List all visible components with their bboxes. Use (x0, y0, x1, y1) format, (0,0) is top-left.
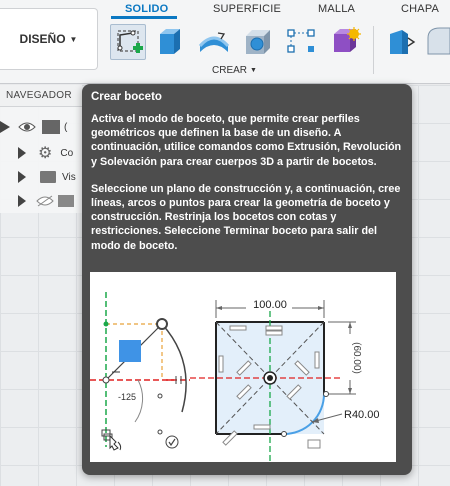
toolbar: DISEÑO ▼ SOLIDO SUPERFICIE MALLA CHAPA C… (0, 0, 450, 84)
collapse-triangle-icon[interactable] (0, 121, 10, 133)
tab-superficie[interactable]: SUPERFICIE (213, 3, 281, 15)
sheet-metal-button[interactable] (424, 24, 450, 60)
expand-triangle-icon[interactable] (18, 195, 26, 207)
group-separator (373, 26, 374, 74)
create-group-dropdown[interactable]: CREAR ▼ (212, 65, 257, 76)
gear-icon: ⚙ (38, 145, 53, 162)
tooltip-paragraph-2: Seleccione un plano de construcción y, a… (91, 182, 401, 252)
tab-malla[interactable]: MALLA (318, 3, 355, 15)
browser-panel: NAVEGADOR ( ⚙ Co Vis (0, 85, 82, 213)
expand-triangle-icon[interactable] (18, 171, 26, 183)
tab-solido[interactable]: SOLIDO (125, 3, 168, 15)
flange-button[interactable] (382, 24, 418, 60)
browser-row-label: Co (60, 147, 74, 159)
browser-row-label: Vis (62, 171, 76, 183)
folder-icon (58, 195, 74, 207)
tooltip-illustration: -125 100.00 (60.00) R40.00 (90, 272, 396, 462)
folder-icon (40, 171, 56, 183)
box-icon (160, 29, 180, 54)
pattern-button[interactable] (284, 24, 320, 60)
extrude-button[interactable] (152, 24, 188, 60)
height-dimension-label: (60.00) (351, 342, 362, 374)
tooltip: Crear boceto Activa el modo de boceto, q… (82, 84, 412, 475)
component-icon (42, 120, 60, 134)
browser-row-label: ( (64, 121, 68, 133)
workspace-dropdown[interactable]: DISEÑO ▼ (0, 8, 98, 70)
pattern-icon (287, 29, 315, 53)
radius-dimension-label: R40.00 (344, 409, 379, 421)
width-dimension-label: 100.00 (253, 299, 287, 311)
browser-row-settings[interactable]: ⚙ Co (0, 141, 82, 165)
active-tab-indicator (111, 16, 177, 19)
create-sketch-button[interactable] (110, 24, 146, 60)
revolve-button[interactable] (196, 24, 232, 60)
revolve-icon (198, 32, 230, 52)
tooltip-paragraph-1: Activa el modo de boceto, que permite cr… (91, 113, 402, 168)
sketch-illustration: -125 100.00 (60.00) R40.00 (90, 292, 379, 462)
hole-button[interactable] (240, 24, 276, 60)
tab-chapa[interactable]: CHAPA (401, 3, 439, 15)
sheet-metal-icon (427, 27, 450, 55)
browser-title: NAVEGADOR (6, 90, 72, 101)
tooltip-title: Crear boceto (91, 91, 162, 103)
browser-row-root[interactable]: ( (0, 115, 82, 139)
flange-icon (390, 30, 416, 54)
hidden-eye-icon[interactable] (36, 195, 54, 207)
eye-icon[interactable] (18, 121, 36, 133)
expand-triangle-icon[interactable] (18, 147, 26, 159)
browser-row-views[interactable]: Vis (0, 165, 82, 189)
browser-row-hidden[interactable] (0, 189, 82, 213)
form-button[interactable] (328, 24, 364, 60)
workspace-label: DISEÑO (19, 32, 66, 46)
angle-label: -125 (118, 392, 136, 402)
create-sketch-icon (117, 30, 143, 53)
create-group-label: CREAR (212, 65, 248, 76)
caret-down-icon: ▼ (69, 34, 78, 44)
caret-down-icon: ▼ (250, 67, 257, 74)
browser-header: NAVEGADOR (0, 85, 82, 107)
form-icon (334, 27, 361, 52)
hole-icon (246, 30, 270, 54)
